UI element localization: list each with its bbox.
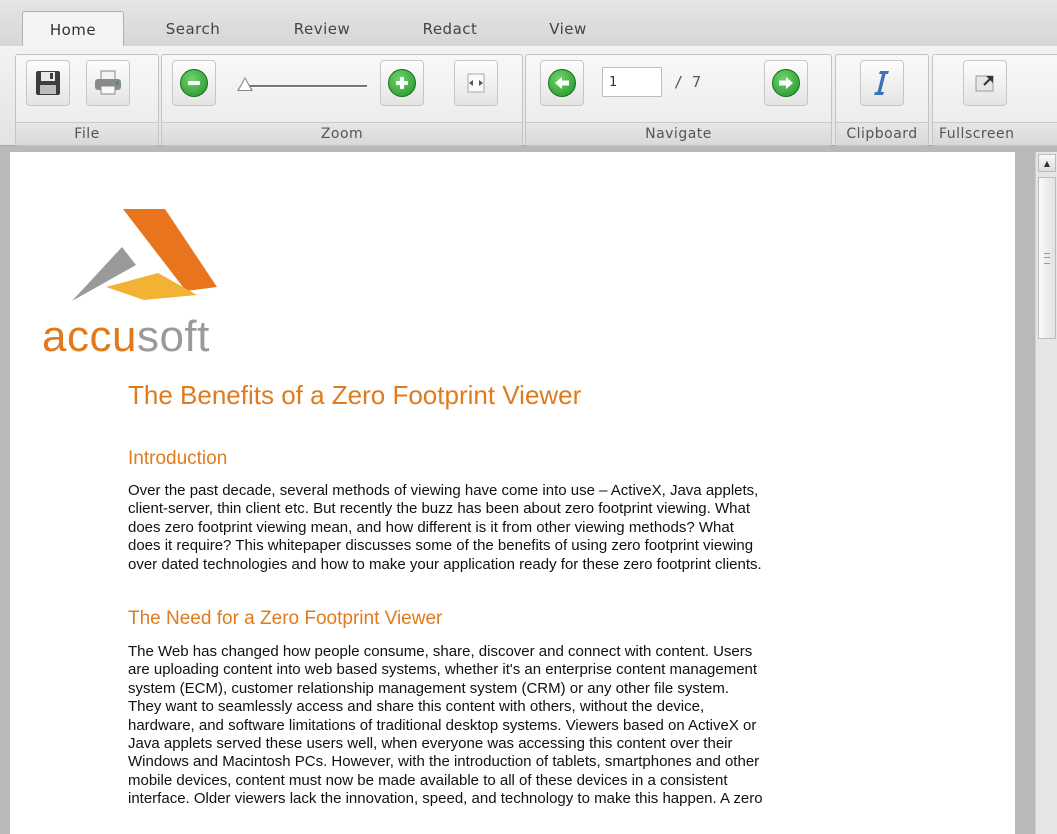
paragraph-line: does it require? This whitepaper discuss…	[128, 537, 754, 555]
paragraph-line: client-server, thin client etc. But rece…	[128, 500, 750, 518]
print-icon	[95, 70, 121, 95]
tab-home[interactable]: Home	[22, 11, 124, 48]
previous-page-button[interactable]	[540, 60, 584, 106]
zoom-slider-thumb[interactable]	[237, 77, 253, 91]
fullscreen-group: Fullscreen	[932, 54, 1057, 146]
paragraph-line: The Web has changed how people consume, …	[128, 643, 753, 660]
file-group-label: File	[16, 122, 158, 145]
section-heading-need: The Need for a Zero Footprint Viewer	[128, 608, 443, 629]
fullscreen-button[interactable]	[963, 60, 1007, 106]
document-page: accusoft The Benefits of a Zero Footprin…	[10, 152, 1015, 834]
fullscreen-icon	[975, 75, 994, 92]
paragraph-line: mobile devices, content must now be made…	[128, 771, 728, 789]
logo-word-soft: soft	[136, 312, 210, 361]
accusoft-logo-wordmark: accusoft	[42, 312, 210, 362]
section-heading-introduction: Introduction	[128, 448, 228, 469]
paragraph-line: interface. Older viewers lack the innova…	[128, 790, 763, 808]
fullscreen-group-label: Fullscreen	[933, 122, 1057, 145]
paragraph-line: Over the past decade, several methods of…	[128, 482, 759, 499]
zoom-group: Zoom	[161, 54, 523, 146]
section-paragraph-introduction: Over the past decade, several methods of…	[128, 482, 928, 574]
paragraph-line: hardware, and software limitations of tr…	[128, 716, 757, 734]
scroll-grip-icon	[1044, 252, 1050, 264]
scroll-up-arrow-icon: ▲	[1043, 158, 1051, 168]
file-group: File	[15, 54, 159, 146]
text-select-icon	[874, 71, 889, 95]
ribbon-tab-strip: Home Search Review Redact View	[0, 0, 1057, 48]
logo-word-accu: accu	[42, 312, 137, 361]
vertical-scrollbar[interactable]: ▲	[1035, 152, 1057, 834]
paragraph-line: They want to seamlessly access and share…	[128, 698, 705, 716]
clipboard-group: Clipboard	[835, 54, 929, 146]
zoom-slider-track	[245, 85, 367, 88]
scrollbar-thumb[interactable]	[1038, 177, 1056, 339]
paragraph-line: system (ECM), customer relationship mana…	[128, 679, 730, 697]
save-button[interactable]	[26, 60, 70, 106]
ribbon-toolbar: File Zoom 1 / 7 Navigate Clipboard Fulls…	[0, 46, 1057, 146]
document-viewport[interactable]: accusoft The Benefits of a Zero Footprin…	[10, 152, 1015, 834]
navigate-group-label: Navigate	[526, 122, 831, 145]
tab-review[interactable]: Review	[276, 11, 368, 46]
previous-page-icon	[548, 69, 576, 97]
zoom-slider[interactable]	[237, 77, 367, 91]
zoom-out-icon	[180, 69, 208, 97]
navigate-group: / 7 Navigate	[525, 54, 832, 146]
scroll-up-button[interactable]: ▲	[1038, 154, 1056, 172]
paragraph-line: over dated technologies and how to make …	[128, 555, 762, 573]
text-select-button[interactable]	[860, 60, 904, 106]
paragraph-line: are uploading content into web based sys…	[128, 661, 758, 679]
page-number-input[interactable]	[602, 67, 662, 97]
clipboard-group-label: Clipboard	[836, 122, 928, 145]
zoom-out-button[interactable]	[172, 60, 216, 106]
tab-search[interactable]: Search	[150, 11, 236, 46]
save-icon	[36, 71, 60, 95]
print-button[interactable]	[86, 60, 130, 106]
section-paragraph-need: The Web has changed how people consume, …	[128, 643, 928, 809]
document-title: The Benefits of a Zero Footprint Viewer	[128, 380, 582, 410]
paragraph-line: Windows and Macintosh PCs. However, with…	[128, 753, 760, 771]
accusoft-logo-mark	[72, 209, 217, 301]
next-page-icon	[772, 69, 800, 97]
zoom-in-button[interactable]	[380, 60, 424, 106]
zoom-in-icon	[388, 69, 416, 97]
fit-width-button[interactable]	[454, 60, 498, 106]
tab-view[interactable]: View	[530, 11, 606, 46]
fit-width-icon	[467, 73, 485, 93]
next-page-button[interactable]	[764, 60, 808, 106]
tab-redact[interactable]: Redact	[404, 11, 496, 46]
paragraph-line: does zero footprint viewing mean, and ho…	[128, 518, 734, 536]
page-total-label: / 7	[674, 73, 702, 91]
paragraph-line: Java applets served these users well, wh…	[128, 735, 733, 753]
zoom-group-label: Zoom	[162, 122, 522, 145]
